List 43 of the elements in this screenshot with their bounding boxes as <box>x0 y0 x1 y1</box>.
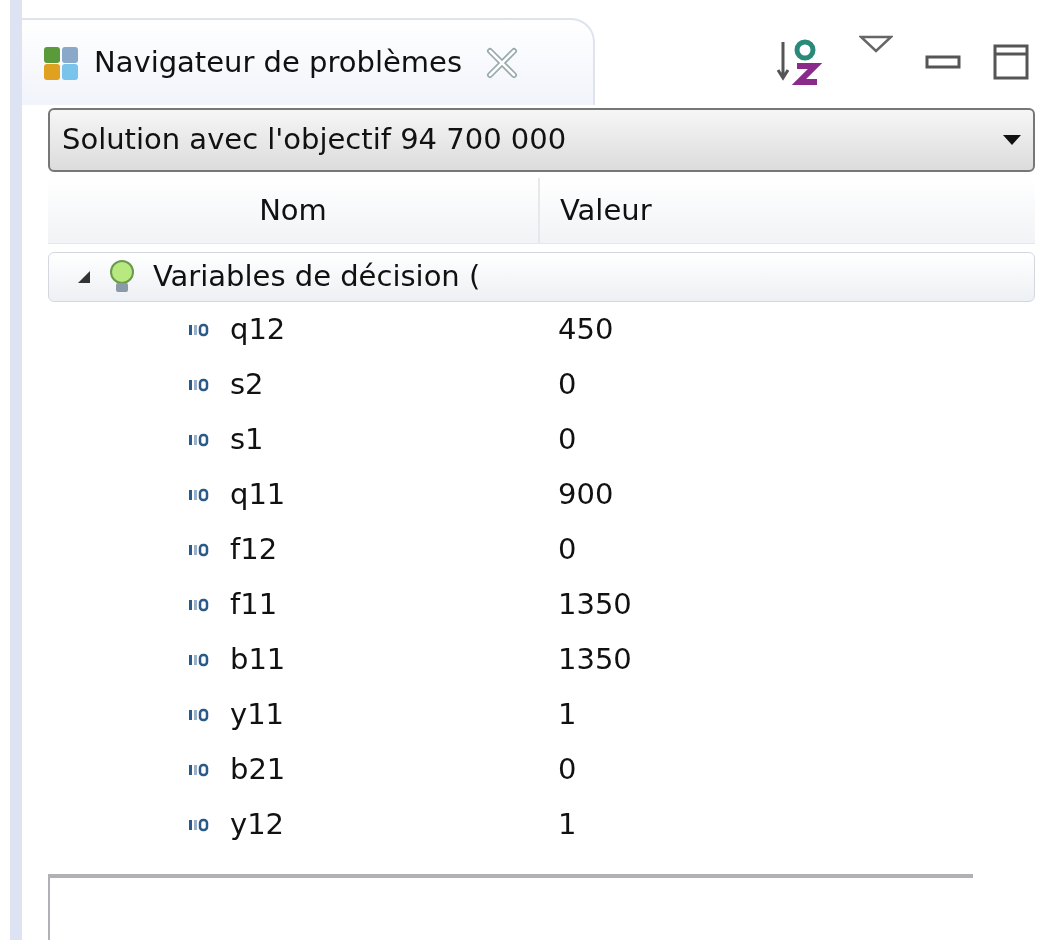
variable-value: 1 <box>558 805 577 843</box>
expand-icon[interactable] <box>77 270 91 284</box>
group-label: Variables de décision ( <box>153 258 481 296</box>
variable-icon <box>188 377 210 392</box>
variable-value: 450 <box>558 310 614 348</box>
view-menu-icon[interactable] <box>859 34 893 54</box>
view-title: Navigateur de problèmes <box>94 43 462 81</box>
variable-icon <box>188 432 210 447</box>
variable-name: s1 <box>230 420 264 458</box>
variable-name: y12 <box>230 805 285 843</box>
variable-name: s2 <box>230 365 264 403</box>
maximize-icon[interactable] <box>993 43 1029 80</box>
variable-name: b11 <box>230 640 286 678</box>
minimize-icon[interactable] <box>925 53 961 70</box>
column-header[interactable]: Nom <box>48 178 540 243</box>
column-header[interactable]: Valeur <box>540 178 1035 243</box>
solution-dropdown[interactable]: Solution avec l'objectif 94 700 000 <box>48 108 1035 172</box>
variable-name: f12 <box>230 530 278 568</box>
variable-icon <box>188 322 210 337</box>
view-tab[interactable]: Navigateur de problèmes <box>22 18 595 105</box>
variable-value: 900 <box>558 475 614 513</box>
variable-icon <box>188 707 210 722</box>
variable-icon <box>188 817 210 832</box>
variable-name: q12 <box>230 310 286 348</box>
caret-icon <box>1003 135 1021 145</box>
variable-name: q11 <box>230 475 286 513</box>
variable-icon <box>188 762 210 777</box>
variable-value: 1 <box>558 695 577 733</box>
variable-name: f11 <box>230 585 278 623</box>
variable-value: 1350 <box>558 585 632 623</box>
variable-icon <box>188 652 210 667</box>
variable-name: y11 <box>230 695 285 733</box>
variable-name: b21 <box>230 750 286 788</box>
variable-value: 0 <box>558 365 577 403</box>
variable-value: 0 <box>558 420 577 458</box>
variable-value: 0 <box>558 530 577 568</box>
variable-value: 0 <box>558 750 577 788</box>
variable-value: 1350 <box>558 640 632 678</box>
lightbulb-icon <box>107 259 137 295</box>
variable-icon <box>188 597 210 612</box>
tree-group-row[interactable]: Variables de décision ( <box>48 252 1035 302</box>
variable-icon <box>188 542 210 557</box>
variable-icon <box>188 487 210 502</box>
